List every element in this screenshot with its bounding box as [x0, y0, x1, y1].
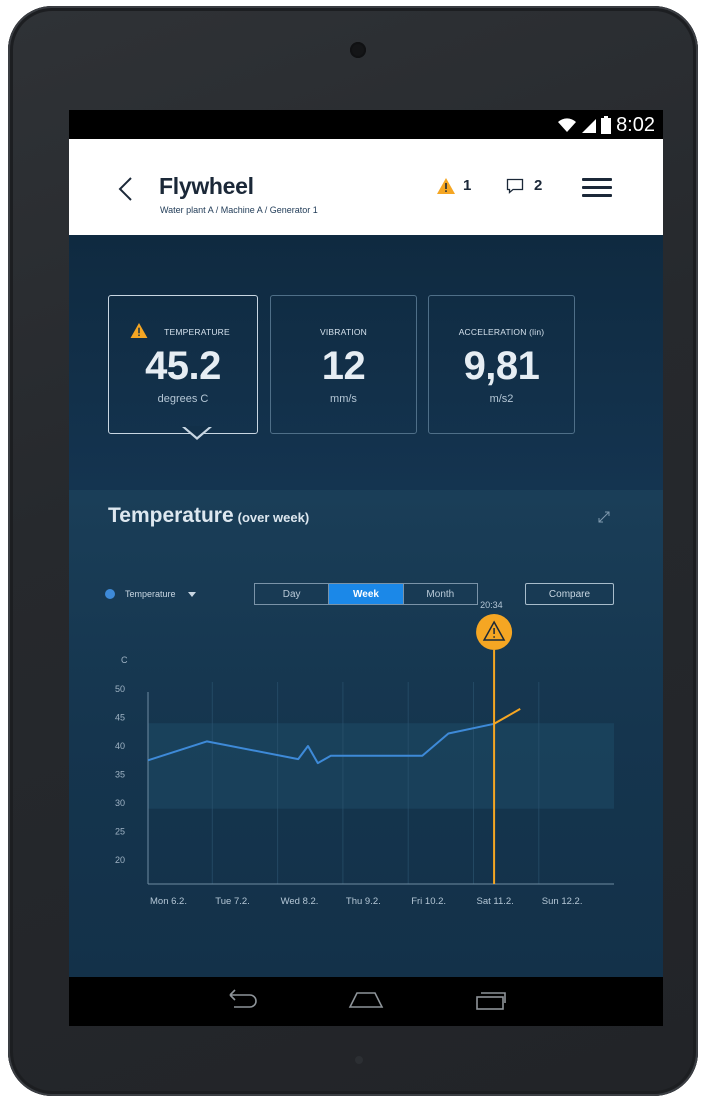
- threshold-band: [148, 723, 614, 809]
- kpi-card-acceleration[interactable]: ACCELERATION (lin) 9,81 m/s2: [428, 295, 575, 434]
- app-header: Flywheel Water plant A / Machine A / Gen…: [69, 139, 663, 235]
- kpi-label: TEMPERATURE: [164, 327, 230, 337]
- x-tick-label: Thu 9.2.: [346, 896, 381, 907]
- status-time: 8:02: [616, 114, 655, 136]
- x-tick-label: Tue 7.2.: [215, 896, 250, 907]
- kpi-section: TEMPERATURE 45.2 degrees C VIBRATION 12 …: [69, 235, 663, 490]
- kpi-card-temperature[interactable]: TEMPERATURE 45.2 degrees C: [108, 295, 258, 440]
- message-count: 2: [534, 177, 543, 194]
- system-nav-bar: [69, 977, 663, 1026]
- alert-marker-time: 20:34: [480, 600, 503, 610]
- y-tick-label: 35: [115, 770, 125, 780]
- hamburger-menu-icon[interactable]: [582, 177, 612, 199]
- kpi-card-vibration[interactable]: VIBRATION 12 mm/s: [270, 295, 417, 434]
- kpi-value: 9,81: [463, 344, 540, 388]
- comment-icon: [506, 178, 524, 194]
- alert-count: 1: [463, 177, 472, 194]
- page-title: Flywheel: [159, 173, 254, 199]
- kpi-value: 45.2: [145, 344, 221, 388]
- y-axis-label: C: [121, 655, 128, 665]
- status-bar: 8:02: [69, 110, 663, 139]
- y-tick-label: 25: [115, 827, 125, 837]
- y-tick-label: 50: [115, 684, 125, 694]
- alerts-button[interactable]: 1: [437, 177, 471, 194]
- x-tick-label: Wed 8.2.: [281, 896, 319, 907]
- kpi-label: ACCELERATION (lin): [458, 327, 545, 337]
- tablet-frame: 8:02 Flywheel Water plant A / Machine A …: [8, 6, 698, 1096]
- battery-icon: [601, 116, 612, 134]
- kpi-unit: degrees C: [157, 393, 209, 405]
- warning-icon-dot: [493, 636, 495, 638]
- breadcrumb[interactable]: Water plant A / Machine A / Generator 1: [160, 205, 318, 215]
- kpi-label: VIBRATION: [320, 327, 367, 337]
- y-tick-label: 45: [115, 713, 125, 723]
- kpi-value: 12: [321, 344, 366, 388]
- back-nav-icon[interactable]: [226, 989, 258, 1011]
- alert-series-line: [493, 708, 521, 725]
- kpi-unit: m/s2: [489, 393, 514, 405]
- selected-pointer-fill: [184, 426, 210, 437]
- x-tick-label: Fri 10.2.: [411, 896, 446, 907]
- y-tick-label: 30: [115, 798, 125, 808]
- y-tick-label: 40: [115, 741, 125, 751]
- screen: 8:02 Flywheel Water plant A / Machine A …: [69, 110, 663, 1026]
- home-nav-icon[interactable]: [348, 989, 384, 1011]
- light-sensor: [355, 1056, 363, 1064]
- kpi-unit: mm/s: [330, 393, 357, 405]
- x-tick-label: Sat 11.2.: [477, 896, 514, 907]
- y-tick-label: 20: [115, 855, 125, 865]
- chevron-left-icon[interactable]: [115, 175, 137, 203]
- x-tick-label: Sun 12.2.: [542, 896, 583, 907]
- warning-icon: [437, 177, 455, 194]
- signal-icon: [582, 119, 597, 133]
- recent-apps-icon[interactable]: [475, 989, 507, 1011]
- x-tick-label: Mon 6.2.: [150, 896, 187, 907]
- chart-panel: Temperature (over week) Temperature Day W…: [69, 490, 663, 977]
- dashboard-content: TEMPERATURE 45.2 degrees C VIBRATION 12 …: [69, 235, 663, 977]
- wifi-icon: [558, 118, 577, 132]
- front-camera: [350, 42, 366, 58]
- temperature-chart: C 50 45 40 35 30 25 20 Mon 6.2. Tue 7.2. Wed 8.2. T…: [115, 600, 614, 907]
- messages-button[interactable]: 2: [506, 177, 542, 194]
